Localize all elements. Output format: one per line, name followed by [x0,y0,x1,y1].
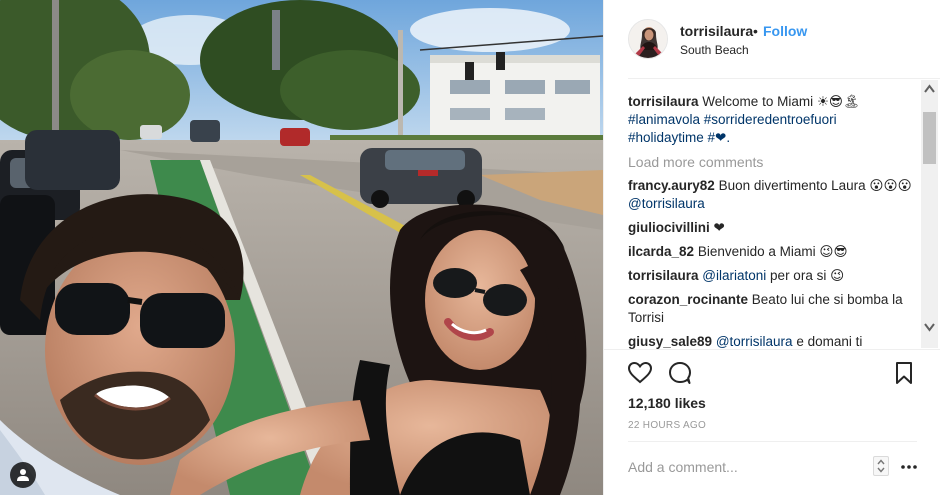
scroll-down-arrow-icon[interactable] [924,322,935,332]
updown-arrows-icon [877,459,885,473]
comments-scrollbar[interactable] [921,80,938,348]
comment-username[interactable]: giuliocivillini [628,220,710,235]
caption-text: Welcome to Miami ☀😎🏝 [702,94,861,109]
caption-username[interactable]: torrisilaura [628,94,699,109]
comment-divider [628,441,917,442]
post-photo[interactable] [0,0,603,495]
comment-text: Buon divertimento Laura 😮😮😮 [718,178,912,193]
post-sidebar: torrisilaura • Follow South Beach torris… [603,0,940,495]
speech-bubble-icon[interactable] [667,360,693,386]
comment-item: corazon_rocinante Beato lui che si bomba… [628,291,918,327]
comment-text: Bienvenido a Miami 😉😎 [697,244,848,259]
user-tag-button[interactable] [10,462,36,488]
comment-mention[interactable]: @torrisilaura [628,196,705,211]
post-username[interactable]: torrisilaura [680,23,753,39]
comment-username[interactable]: francy.aury82 [628,178,715,193]
comment-username[interactable]: torrisilaura [628,268,699,283]
comments-content: torrisilaura Welcome to Miami ☀😎🏝 #lanim… [628,93,918,349]
ellipsis-icon[interactable] [900,458,918,476]
comment-username[interactable]: giusy_sale89 [628,334,712,349]
avatar-image [629,20,667,58]
follow-button[interactable]: Follow [763,23,807,39]
comment-item: giuliocivillini ❤ [628,219,918,237]
person-icon [17,469,29,481]
selfie-miami-street-image [0,0,603,495]
bookmark-icon[interactable] [891,360,917,386]
add-comment-input[interactable] [628,452,858,482]
comment-mention[interactable]: @torrisilaura [716,334,793,349]
post-timestamp[interactable]: 22 HOURS AGO [628,420,706,431]
comment-item: ilcarda_82 Bienvenido a Miami 😉😎 [628,243,918,261]
comments-list[interactable]: torrisilaura Welcome to Miami ☀😎🏝 #lanim… [604,79,940,349]
post-location[interactable]: South Beach [680,43,749,57]
comment-mention[interactable]: @ilariatoni [702,268,766,283]
post-header: torrisilaura • Follow South Beach [604,0,940,78]
action-bar [604,349,940,399]
likes-count[interactable]: 12,180 likes [628,395,706,411]
avatar[interactable] [628,19,668,59]
header-separator-dot: • [753,23,758,39]
load-more-comments-button[interactable]: Load more comments [628,153,918,171]
caption-hashtags-1[interactable]: #lanimavola #sorrideredentroefuori [628,112,837,127]
caption-hashtags-2[interactable]: #holidaytime #❤. [628,130,730,145]
comment-text: per ora si 😉 [770,268,845,283]
comment-resize-spinner[interactable] [873,456,889,476]
comment-item: torrisilaura @ilariatoni per ora si 😉 [628,267,918,285]
scrollbar-thumb[interactable] [923,112,936,164]
comment-username[interactable]: corazon_rocinante [628,292,748,307]
comment-item: giusy_sale89 @torrisilaura e domani ti [628,333,918,349]
heart-outline-icon[interactable] [627,360,653,386]
scroll-up-arrow-icon[interactable] [924,84,935,94]
comment-item: francy.aury82 Buon divertimento Laura 😮😮… [628,177,918,213]
comment-text: ❤ [713,220,725,235]
comment-username[interactable]: ilcarda_82 [628,244,694,259]
caption: torrisilaura Welcome to Miami ☀😎🏝 #lanim… [628,93,918,147]
comment-text: e domani ti [796,334,863,349]
